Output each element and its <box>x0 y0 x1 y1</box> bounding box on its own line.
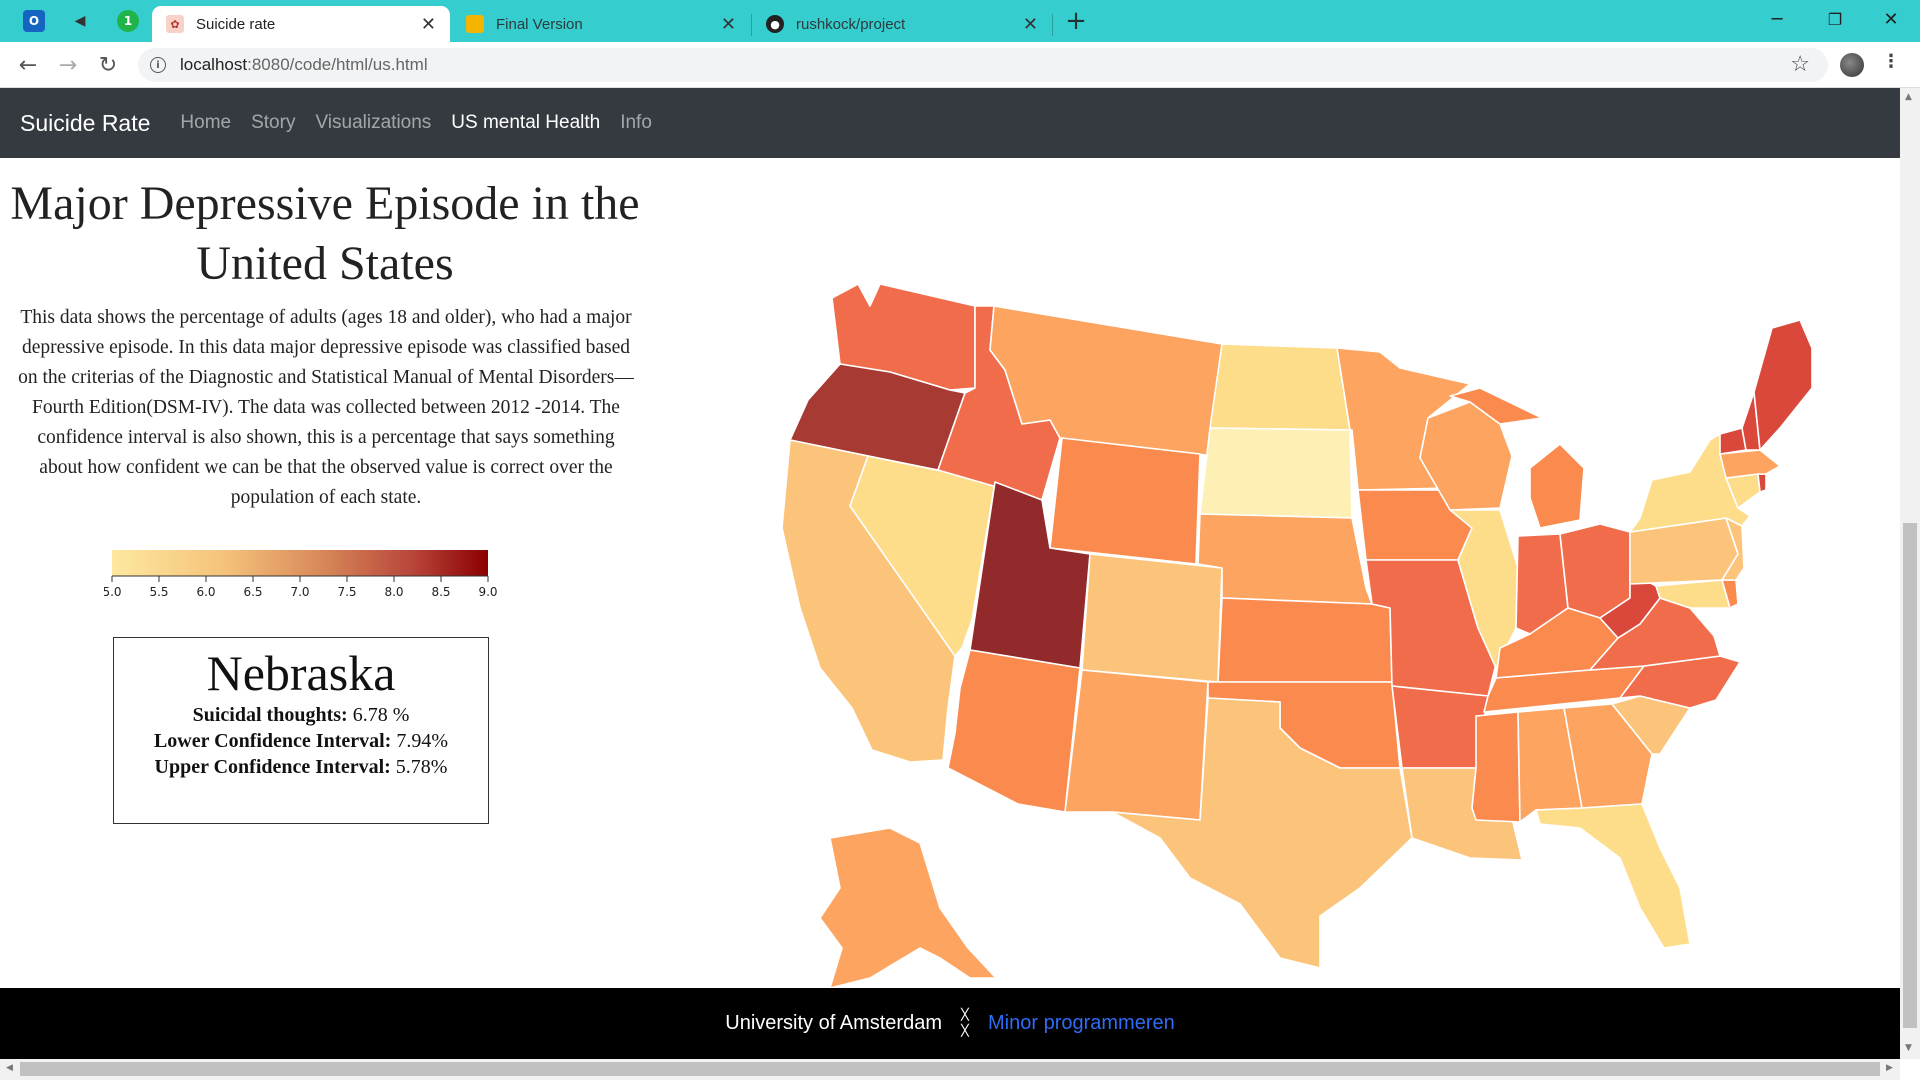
site-footer: University of Amsterdam ᚷᚷ Minor program… <box>0 988 1900 1059</box>
legend-tick-label: 7.0 <box>290 585 309 599</box>
nav-info[interactable]: Info <box>620 112 652 134</box>
info-lower-ci: Lower Confidence Interval: 7.94% <box>114 728 488 754</box>
site-favicon: ✿ <box>166 15 184 33</box>
window-close-icon[interactable]: ✕ <box>1862 0 1920 38</box>
state-kansas[interactable] <box>1217 597 1393 683</box>
tab-label: Suicide rate <box>196 15 276 33</box>
browser-menu-icon[interactable]: ⋮ <box>1882 51 1900 72</box>
profile-avatar[interactable] <box>1840 53 1864 77</box>
horizontal-scrollbar[interactable]: ◀ ▶ <box>0 1059 1900 1080</box>
back-icon[interactable]: ← <box>12 49 44 81</box>
uva-logo-icon: ᚷᚷ <box>960 1006 970 1039</box>
url-host: localhost <box>180 55 248 74</box>
url-bar[interactable]: i localhost:8080/code/html/us.html ☆ <box>138 48 1828 82</box>
state-rhode-island[interactable] <box>1757 473 1767 493</box>
close-tab-icon[interactable]: ✕ <box>421 14 436 35</box>
browser-tab-bar: O ◀ 1 ✿ Suicide rate ✕ Final Version ✕ ●… <box>0 0 1920 42</box>
tab-final-version[interactable]: Final Version ✕ <box>452 6 750 42</box>
info-upper-ci: Upper Confidence Interval: 5.78% <box>114 754 488 780</box>
outlook-icon[interactable]: O <box>16 7 52 35</box>
info-label: Lower Confidence Interval: <box>153 730 392 752</box>
legend-tick-label: 6.5 <box>243 585 262 599</box>
tab-label: rushkock/project <box>796 15 906 33</box>
info-label: Upper Confidence Interval: <box>154 756 391 778</box>
tab-separator <box>1052 14 1053 36</box>
tab-github[interactable]: ● rushkock/project ✕ <box>752 6 1052 42</box>
minimize-icon[interactable]: ─ <box>1748 0 1806 38</box>
state-wyoming[interactable] <box>1049 437 1201 565</box>
navbar-brand[interactable]: Suicide Rate <box>20 110 150 137</box>
page-viewport: Suicide Rate Home Story Visualizations U… <box>0 88 1900 1059</box>
info-suicidal-thoughts: Suicidal thoughts: 6.78 % <box>114 702 488 728</box>
info-value: 6.78 % <box>352 704 410 726</box>
legend-tick-label: 8.5 <box>431 585 450 599</box>
state-arizona[interactable] <box>947 649 1081 813</box>
new-tab-button[interactable]: + <box>1061 6 1091 36</box>
legend-tick-label: 6.0 <box>196 585 215 599</box>
page-title: Major Depressive Episode in the United S… <box>10 177 640 290</box>
close-tab-icon[interactable]: ✕ <box>1023 14 1038 35</box>
state-info-box: Nebraska Suicidal thoughts: 6.78 % Lower… <box>113 637 489 824</box>
state-south-dakota[interactable] <box>1199 427 1353 519</box>
info-label: Suicidal thoughts: <box>192 704 348 726</box>
scroll-down-icon[interactable]: ▼ <box>1905 1043 1912 1053</box>
state-alaska[interactable] <box>819 827 997 989</box>
info-value: 7.94% <box>396 730 449 752</box>
url-path: :8080/code/html/us.html <box>247 55 428 74</box>
nav-story[interactable]: Story <box>251 112 295 134</box>
restore-icon[interactable]: ❐ <box>1806 0 1864 38</box>
vertical-scroll-thumb[interactable] <box>1903 523 1917 1028</box>
site-navbar: Suicide Rate Home Story Visualizations U… <box>0 88 1900 158</box>
state-mississippi[interactable] <box>1471 711 1521 823</box>
state-colorado[interactable] <box>1081 553 1223 683</box>
legend-tick-label: 7.5 <box>337 585 356 599</box>
scroll-right-icon[interactable]: ▶ <box>1886 1063 1893 1073</box>
state-florida[interactable] <box>1535 803 1691 949</box>
nav-home[interactable]: Home <box>180 112 231 134</box>
horizontal-scroll-thumb[interactable] <box>20 1062 1880 1076</box>
footer-university: University of Amsterdam <box>725 1012 942 1034</box>
site-info-icon[interactable]: i <box>150 57 166 73</box>
speaker-muted-icon[interactable]: ◀ <box>62 7 98 35</box>
github-icon: ● <box>766 15 784 33</box>
tab-suicide-rate[interactable]: ✿ Suicide rate ✕ <box>152 6 450 42</box>
page-description: This data shows the percentage of adults… <box>18 307 634 508</box>
legend-tick-label: 9.0 <box>478 585 497 599</box>
scroll-left-icon[interactable]: ◀ <box>6 1063 13 1073</box>
us-choropleth-map <box>781 283 1813 1018</box>
info-state-name: Nebraska <box>206 645 396 701</box>
scroll-up-icon[interactable]: ▲ <box>1905 92 1912 102</box>
bookmark-star-icon[interactable]: ☆ <box>1790 52 1810 77</box>
close-tab-icon[interactable]: ✕ <box>721 14 736 35</box>
state-new-mexico[interactable] <box>1064 669 1209 821</box>
tab-label: Final Version <box>496 15 583 33</box>
forward-icon[interactable]: → <box>52 49 84 81</box>
legend-tick-label: 5.5 <box>149 585 168 599</box>
state-ohio[interactable] <box>1559 523 1631 619</box>
nav-us-mental-health[interactable]: US mental Health <box>451 112 600 134</box>
address-toolbar: ← → ↻ i localhost:8080/code/html/us.html… <box>0 42 1920 88</box>
color-legend: 5.0 5.5 6.0 6.5 7.0 7.5 8.0 8.5 9.0 <box>104 550 498 599</box>
state-arkansas[interactable] <box>1391 685 1489 769</box>
state-north-dakota[interactable] <box>1209 343 1351 431</box>
slides-icon <box>466 15 484 33</box>
state-massachusetts[interactable] <box>1719 449 1781 479</box>
one-icon[interactable]: 1 <box>110 7 146 35</box>
legend-tick-label: 5.0 <box>104 585 122 599</box>
vertical-scrollbar[interactable]: ▲ ▼ <box>1900 88 1920 1059</box>
state-maine[interactable] <box>1753 319 1813 451</box>
info-value: 5.78% <box>395 756 448 778</box>
state-nebraska[interactable] <box>1197 513 1373 605</box>
footer-minor-link[interactable]: Minor programmeren <box>988 1012 1175 1035</box>
reload-icon[interactable]: ↻ <box>92 49 124 81</box>
nav-visualizations[interactable]: Visualizations <box>315 112 431 134</box>
legend-tick-label: 8.0 <box>384 585 403 599</box>
legend-gradient-bar <box>112 550 488 576</box>
